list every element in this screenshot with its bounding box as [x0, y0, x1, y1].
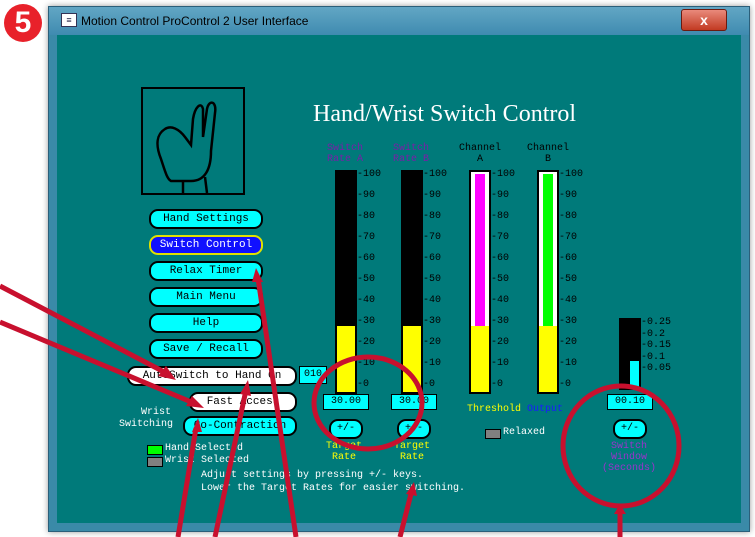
arrowhead-fast-access: [186, 396, 204, 408]
arrowhead-co-contraction: [192, 418, 202, 432]
arrowhead-co-contraction-2: [240, 380, 251, 396]
annotation-overlay: [0, 268, 682, 537]
annotation-arrow-fast-access: [0, 319, 197, 407]
arrowhead-target-rates: [406, 482, 417, 496]
annotation-ring-target-rates: [311, 354, 425, 452]
annotation-arrow-co-contraction-2: [212, 389, 249, 537]
annotation-arrow-co-contraction: [175, 427, 199, 537]
annotation-arrow-target-rates: [397, 489, 415, 537]
arrowhead-relax-timer: [252, 268, 263, 282]
annotation-arrow-relax-timer: [255, 277, 299, 537]
annotation-ring-switch-window: [560, 383, 682, 509]
